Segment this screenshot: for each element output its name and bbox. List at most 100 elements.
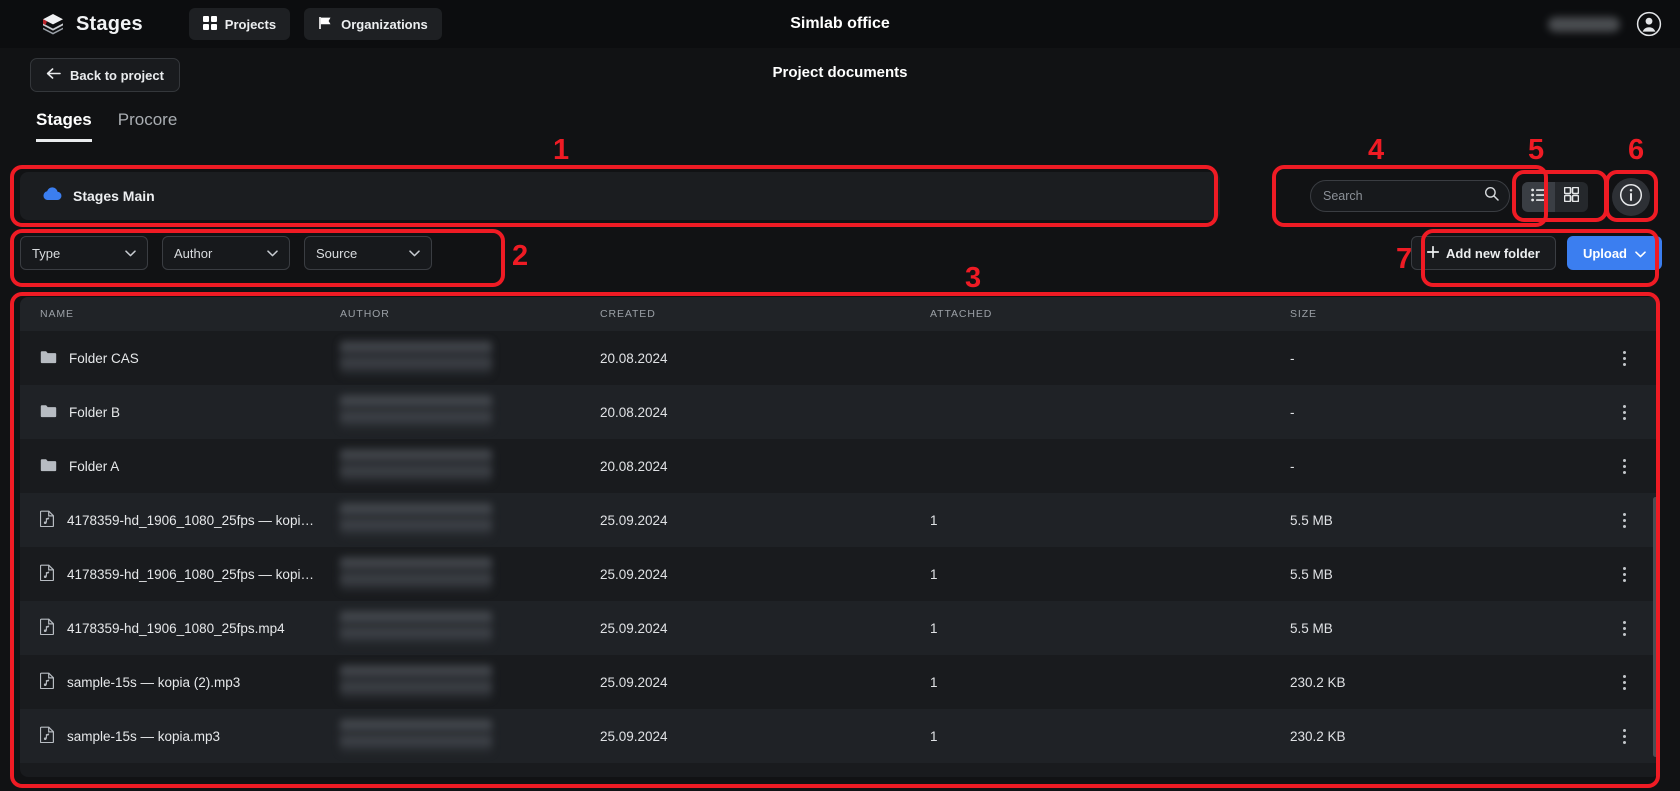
row-name-label: Folder CAS bbox=[69, 350, 139, 366]
row-name-cell: Folder CAS bbox=[40, 350, 340, 367]
table-scrollbar[interactable] bbox=[1653, 497, 1658, 757]
kebab-menu-icon[interactable] bbox=[1614, 454, 1634, 478]
breadcrumb-label: Stages Main bbox=[73, 188, 155, 204]
list-view-button[interactable] bbox=[1522, 182, 1555, 212]
row-created-cell: 25.09.2024 bbox=[600, 620, 668, 636]
filter-type-dropdown[interactable]: Type bbox=[20, 236, 148, 270]
row-size-cell: 230.2 KB bbox=[1290, 674, 1346, 690]
media-file-icon bbox=[40, 726, 55, 746]
tab-stages[interactable]: Stages bbox=[36, 110, 92, 142]
author-redacted bbox=[340, 665, 492, 699]
row-created-cell: 25.09.2024 bbox=[600, 728, 668, 744]
filter-author-dropdown[interactable]: Author bbox=[162, 236, 290, 270]
kebab-menu-icon[interactable] bbox=[1614, 562, 1634, 586]
account-circle-icon[interactable] bbox=[1636, 11, 1662, 37]
documents-table: NAME AUTHOR CREATED ATTACHED SIZE Folder… bbox=[20, 297, 1660, 777]
row-author-cell bbox=[340, 341, 600, 375]
view-toggle bbox=[1522, 182, 1588, 212]
row-size-cell: 5.5 MB bbox=[1290, 620, 1333, 636]
page-title: Project documents bbox=[772, 64, 908, 81]
row-author-cell bbox=[340, 449, 600, 483]
table-row[interactable]: Folder B 20.08.2024 - bbox=[20, 385, 1660, 439]
add-new-folder-button[interactable]: Add new folder bbox=[1411, 236, 1556, 270]
add-new-folder-label: Add new folder bbox=[1446, 245, 1540, 261]
upload-button[interactable]: Upload bbox=[1566, 236, 1662, 270]
row-size-cell: 230.2 KB bbox=[1290, 728, 1346, 744]
plus-icon bbox=[1426, 245, 1440, 261]
column-header-name: NAME bbox=[40, 308, 74, 320]
filter-author-label: Author bbox=[174, 245, 213, 261]
row-created-cell: 25.09.2024 bbox=[600, 566, 668, 582]
kebab-menu-icon[interactable] bbox=[1614, 346, 1634, 370]
row-name-cell: Folder A bbox=[40, 458, 340, 475]
row-created-cell: 20.08.2024 bbox=[600, 350, 668, 366]
cloud-icon bbox=[42, 186, 62, 206]
grid-view-icon bbox=[1563, 186, 1580, 207]
row-author-cell bbox=[340, 665, 600, 699]
row-name-label: Folder A bbox=[69, 458, 120, 474]
table-body: Folder CAS 20.08.2024 - Folder B 20.08.2024 -… bbox=[20, 331, 1660, 763]
row-name-cell: 4178359-hd_1906_1080_25fps — kopi… bbox=[40, 510, 340, 530]
grid-icon bbox=[202, 15, 217, 33]
row-size-cell: - bbox=[1290, 404, 1295, 420]
row-attached-cell: 1 bbox=[930, 728, 938, 744]
table-row[interactable]: 4178359-hd_1906_1080_25fps — kopi… 25.09.… bbox=[20, 547, 1660, 601]
action-bar: Add new folder Upload bbox=[1411, 236, 1662, 270]
media-file-icon bbox=[40, 672, 55, 692]
table-row[interactable]: sample-15s — kopia.mp3 25.09.2024 1 230.2 K… bbox=[20, 709, 1660, 763]
table-row[interactable]: sample-15s — kopia (2).mp3 25.09.2024 1 230… bbox=[20, 655, 1660, 709]
table-row[interactable]: 4178359-hd_1906_1080_25fps — kopi… 25.09.… bbox=[20, 493, 1660, 547]
row-author-cell bbox=[340, 611, 600, 645]
annotation-number-2: 2 bbox=[512, 240, 529, 272]
table-row[interactable]: 4178359-hd_1906_1080_25fps.mp4 25.09.2024… bbox=[20, 601, 1660, 655]
grid-view-button[interactable] bbox=[1555, 182, 1588, 212]
app-root: Stages Projects Organizations Simlab off… bbox=[0, 0, 1680, 791]
chevron-down-icon bbox=[125, 244, 136, 262]
organizations-button[interactable]: Organizations bbox=[304, 8, 442, 40]
breadcrumb-bar[interactable]: Stages Main bbox=[20, 172, 1220, 220]
column-header-author: AUTHOR bbox=[340, 308, 390, 320]
tab-procore[interactable]: Procore bbox=[118, 110, 178, 142]
media-file-icon bbox=[40, 564, 55, 584]
kebab-menu-icon[interactable] bbox=[1614, 616, 1634, 640]
kebab-menu-icon[interactable] bbox=[1614, 400, 1634, 424]
row-author-cell bbox=[340, 395, 600, 429]
filter-source-dropdown[interactable]: Source bbox=[304, 236, 432, 270]
author-redacted bbox=[340, 611, 492, 645]
row-name-label: 4178359-hd_1906_1080_25fps.mp4 bbox=[67, 620, 285, 636]
tab-bar: Stages Procore bbox=[0, 102, 1680, 142]
chevron-down-icon bbox=[1635, 246, 1646, 261]
kebab-menu-icon[interactable] bbox=[1614, 724, 1634, 748]
row-name-label: 4178359-hd_1906_1080_25fps — kopi… bbox=[67, 566, 314, 582]
projects-button[interactable]: Projects bbox=[188, 8, 291, 40]
kebab-menu-icon[interactable] bbox=[1614, 508, 1634, 532]
info-icon bbox=[1619, 183, 1643, 212]
search-input[interactable] bbox=[1323, 189, 1484, 203]
row-size-cell: - bbox=[1290, 458, 1295, 474]
table-row[interactable]: Folder CAS 20.08.2024 - bbox=[20, 331, 1660, 385]
row-attached-cell: 1 bbox=[930, 674, 938, 690]
author-redacted bbox=[340, 557, 492, 591]
annotation-number-3: 3 bbox=[965, 262, 982, 294]
author-redacted bbox=[340, 341, 492, 375]
kebab-menu-icon[interactable] bbox=[1614, 670, 1634, 694]
author-redacted bbox=[340, 395, 492, 429]
search-icon[interactable] bbox=[1484, 186, 1499, 206]
column-header-attached: ATTACHED bbox=[930, 308, 993, 320]
flag-icon bbox=[318, 16, 333, 33]
info-button[interactable] bbox=[1612, 178, 1650, 216]
row-attached-cell: 1 bbox=[930, 620, 938, 636]
media-file-icon bbox=[40, 618, 55, 638]
tab-procore-label: Procore bbox=[117, 110, 178, 129]
brand-name: Stages bbox=[76, 12, 143, 35]
search-box[interactable] bbox=[1310, 180, 1510, 212]
search-area bbox=[1285, 172, 1535, 220]
column-header-size: SIZE bbox=[1290, 308, 1317, 320]
table-row[interactable]: Folder A 20.08.2024 - bbox=[20, 439, 1660, 493]
folder-icon bbox=[40, 350, 57, 367]
row-name-cell: Folder B bbox=[40, 404, 340, 421]
row-name-cell: 4178359-hd_1906_1080_25fps.mp4 bbox=[40, 618, 340, 638]
filter-bar: Type Author Source bbox=[20, 236, 432, 270]
row-created-cell: 20.08.2024 bbox=[600, 458, 668, 474]
filter-source-label: Source bbox=[316, 245, 358, 261]
